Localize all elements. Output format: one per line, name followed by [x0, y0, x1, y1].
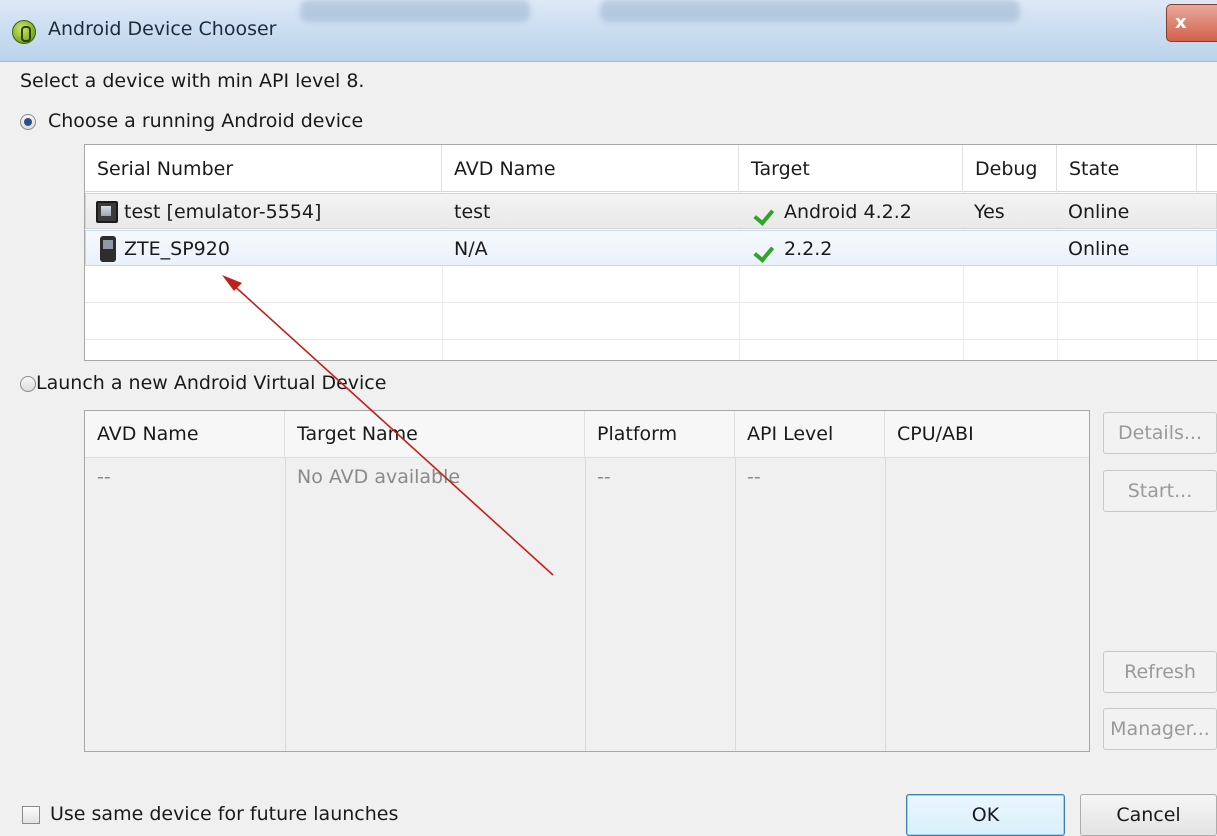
same-device-label[interactable]: Use same device for future launches	[50, 803, 398, 825]
table-row-empty	[85, 304, 1217, 340]
check-icon	[750, 241, 772, 255]
device-avd-name: test	[454, 201, 491, 223]
column-header-target-name[interactable]: Target Name	[285, 411, 585, 458]
column-divider	[885, 458, 886, 751]
column-divider	[285, 458, 286, 751]
avd-target-name: No AVD available	[297, 466, 461, 488]
ok-button[interactable]: OK	[906, 794, 1065, 836]
column-header-api-level[interactable]: API Level	[735, 411, 885, 458]
api-level-prompt: Select a device with min API level 8.	[20, 70, 365, 92]
choose-running-label[interactable]: Choose a running Android device	[48, 110, 363, 132]
device-serial: ZTE_SP920	[124, 238, 230, 260]
avd-api-level: --	[747, 466, 761, 488]
device-target: Android 4.2.2	[784, 201, 912, 223]
column-header-target[interactable]: Target	[739, 145, 963, 192]
table-row-empty	[85, 267, 1217, 303]
manager-button[interactable]: Manager...	[1103, 708, 1217, 750]
refresh-button[interactable]: Refresh	[1103, 651, 1217, 693]
details-button[interactable]: Details...	[1103, 412, 1217, 454]
close-button[interactable]: x	[1166, 4, 1217, 42]
title-bar-blur	[300, 0, 530, 22]
avd-table: AVD Name Target Name Platform API Level …	[84, 410, 1090, 752]
emulator-icon	[96, 201, 118, 223]
cancel-button[interactable]: Cancel	[1080, 794, 1217, 836]
table-header: Serial Number AVD Name Target Debug Stat…	[85, 145, 1217, 192]
column-header-serial-number[interactable]: Serial Number	[85, 145, 442, 192]
avd-platform: --	[597, 466, 611, 488]
column-divider	[585, 458, 586, 751]
device-target: 2.2.2	[784, 238, 833, 260]
device-state: Online	[1068, 238, 1130, 260]
title-bar: Android Device Chooser x	[0, 0, 1217, 62]
column-header-state[interactable]: State	[1057, 145, 1197, 192]
column-header-platform[interactable]: Platform	[585, 411, 735, 458]
column-header-avd-name[interactable]: AVD Name	[442, 145, 739, 192]
avd-name: --	[97, 466, 111, 488]
table-row-device-phone[interactable]: ZTE_SP920 N/A 2.2.2 Online	[85, 230, 1217, 266]
column-header-avd-name[interactable]: AVD Name	[85, 411, 285, 458]
launch-new-avd-label[interactable]: Launch a new Android Virtual Device	[36, 372, 386, 394]
window-title: Android Device Chooser	[48, 18, 277, 40]
phone-icon	[100, 236, 116, 262]
column-header-cpu-abi[interactable]: CPU/ABI	[885, 411, 1089, 458]
device-serial: test [emulator-5554]	[124, 201, 322, 223]
running-devices-table: Serial Number AVD Name Target Debug Stat…	[84, 144, 1217, 361]
check-icon	[750, 204, 772, 218]
choose-running-radio[interactable]	[20, 114, 36, 130]
table-header: AVD Name Target Name Platform API Level …	[85, 411, 1089, 458]
column-divider	[735, 458, 736, 751]
column-header-debug[interactable]: Debug	[963, 145, 1057, 192]
device-avd-name: N/A	[454, 238, 488, 260]
launch-new-avd-radio[interactable]	[20, 376, 36, 392]
same-device-checkbox[interactable]	[22, 806, 40, 824]
device-debug: Yes	[974, 201, 1005, 223]
table-row-device-emulator[interactable]: test [emulator-5554] test Android 4.2.2 …	[85, 193, 1217, 229]
table-row-avd: -- No AVD available -- --	[85, 459, 1089, 495]
title-bar-blur	[600, 0, 1020, 22]
device-state: Online	[1068, 201, 1130, 223]
android-app-icon	[12, 20, 36, 44]
start-button[interactable]: Start...	[1103, 470, 1217, 512]
